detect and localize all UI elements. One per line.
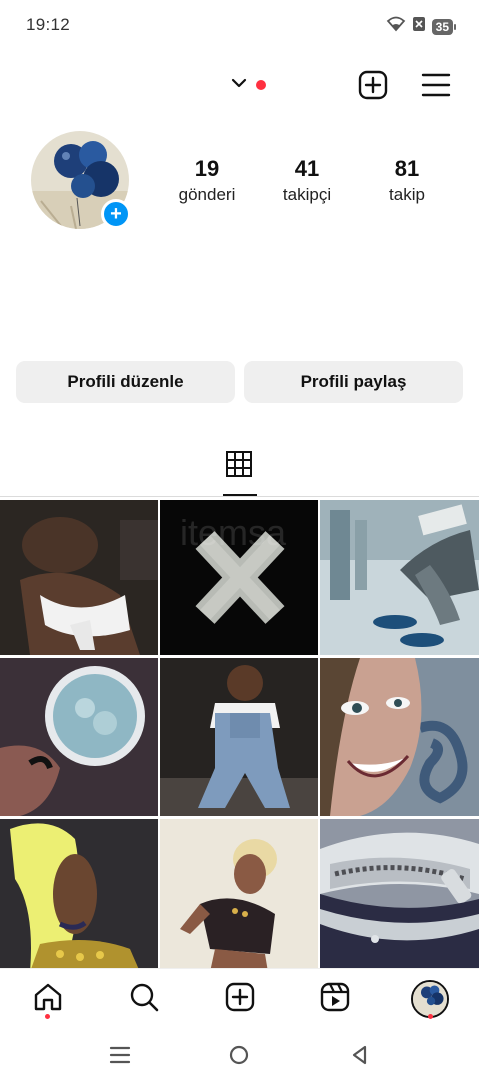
tab-posts-grid[interactable] bbox=[222, 450, 256, 496]
post-thumbnail[interactable] bbox=[160, 819, 318, 968]
svg-text:itemsa: itemsa bbox=[180, 512, 287, 553]
post-thumbnail[interactable] bbox=[0, 500, 158, 655]
back-icon[interactable] bbox=[346, 1042, 372, 1068]
followers-label: takipçi bbox=[282, 185, 332, 204]
post-thumbnail[interactable]: itemsa bbox=[160, 500, 318, 655]
posts-label: gönderi bbox=[178, 185, 236, 204]
bottom-nav bbox=[0, 968, 479, 1030]
profile-avatar-small bbox=[411, 980, 449, 1018]
chevron-down-icon[interactable] bbox=[231, 76, 247, 94]
post-grid: itemsa bbox=[0, 500, 479, 968]
nav-home[interactable] bbox=[28, 979, 68, 1019]
followers-count: 41 bbox=[294, 156, 320, 181]
posts-count: 19 bbox=[194, 156, 220, 181]
nav-profile[interactable] bbox=[410, 979, 450, 1019]
profile-notification-dot bbox=[428, 1014, 433, 1019]
reels-icon bbox=[320, 982, 350, 1017]
no-sim-icon bbox=[412, 16, 426, 37]
profile-header bbox=[0, 60, 479, 110]
edit-profile-button[interactable]: Profili düzenle bbox=[16, 361, 235, 403]
following-label: takip bbox=[389, 185, 425, 204]
battery-icon: 35 bbox=[431, 18, 457, 35]
recents-icon[interactable] bbox=[107, 1042, 133, 1068]
menu-icon[interactable] bbox=[419, 68, 453, 102]
status-icons: 35 bbox=[386, 16, 457, 37]
home-notification-dot bbox=[45, 1014, 50, 1019]
post-thumbnail[interactable] bbox=[320, 819, 479, 968]
system-nav-bar bbox=[0, 1030, 479, 1080]
nav-create[interactable] bbox=[220, 979, 260, 1019]
home-icon bbox=[32, 981, 64, 1018]
home-circle-icon[interactable] bbox=[226, 1042, 252, 1068]
share-profile-button[interactable]: Profili paylaş bbox=[244, 361, 463, 403]
grid-icon bbox=[225, 450, 253, 496]
nav-search[interactable] bbox=[124, 979, 164, 1019]
following-stat[interactable]: 81 takip bbox=[357, 156, 457, 205]
post-thumbnail[interactable] bbox=[0, 658, 158, 816]
nav-reels[interactable] bbox=[315, 979, 355, 1019]
search-icon bbox=[128, 981, 160, 1018]
add-story-plus-icon[interactable]: + bbox=[101, 199, 131, 229]
wifi-icon bbox=[386, 16, 406, 37]
tab-divider bbox=[0, 496, 479, 497]
posts-stat[interactable]: 19 gönderi bbox=[157, 156, 257, 205]
followers-stat[interactable]: 41 takipçi bbox=[257, 156, 357, 205]
post-thumbnail[interactable] bbox=[0, 819, 158, 968]
new-post-icon[interactable] bbox=[356, 68, 390, 102]
create-icon bbox=[225, 982, 255, 1017]
post-thumbnail[interactable] bbox=[320, 500, 479, 655]
following-count: 81 bbox=[394, 156, 420, 181]
post-thumbnail[interactable] bbox=[160, 658, 318, 816]
profile-stats: 19 gönderi 41 takipçi 81 takip bbox=[157, 156, 457, 205]
notification-dot bbox=[256, 80, 266, 90]
post-thumbnail[interactable] bbox=[320, 658, 479, 816]
profile-avatar[interactable]: + bbox=[31, 131, 131, 229]
status-bar: 19:12 35 bbox=[0, 0, 479, 50]
status-time: 19:12 bbox=[26, 15, 71, 34]
